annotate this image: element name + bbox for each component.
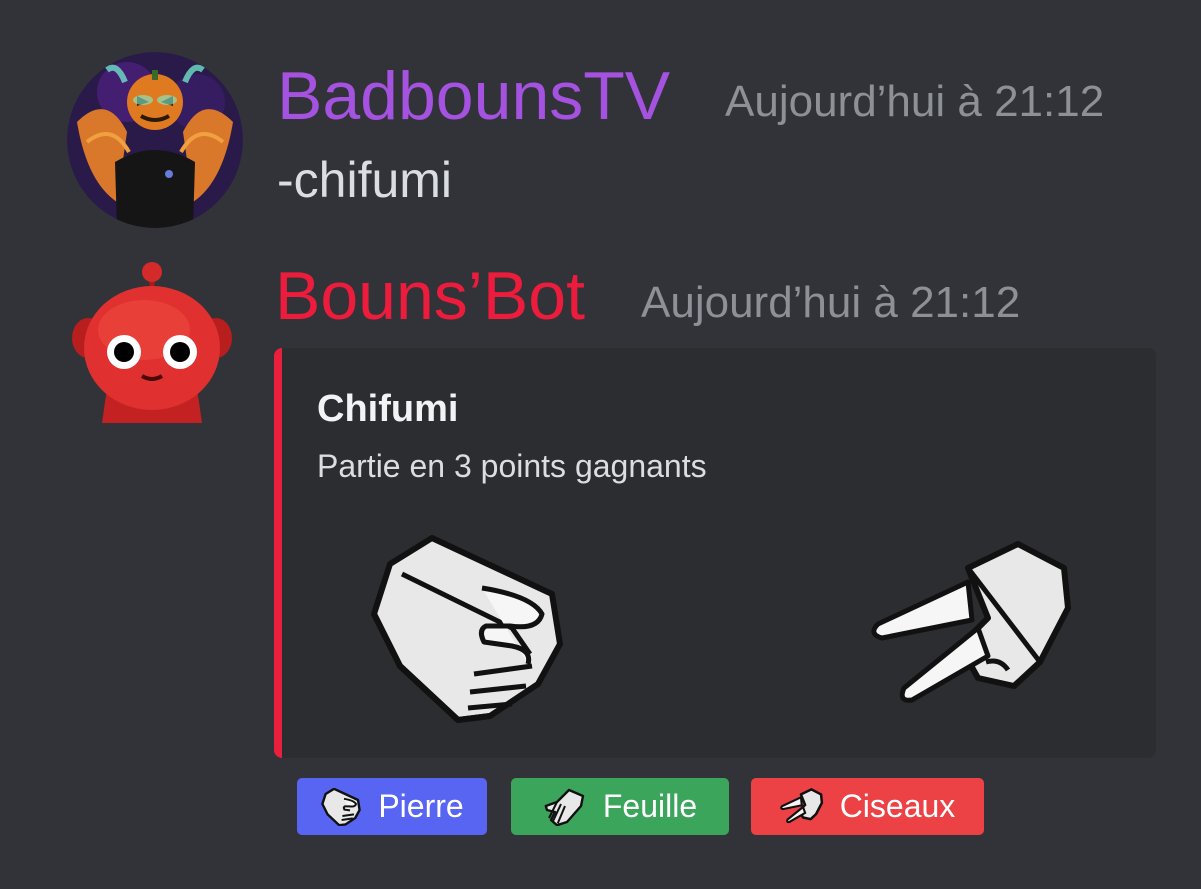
- timestamp: Aujourd’hui à 21:12: [725, 77, 1105, 126]
- embed-accent-bar: [274, 348, 282, 758]
- username[interactable]: Bouns’Bot: [275, 262, 585, 330]
- bot-avatar[interactable]: [62, 258, 242, 428]
- ciseaux-button[interactable]: Ciseaux: [751, 778, 984, 835]
- username[interactable]: BadbounsTV: [277, 62, 670, 130]
- pierre-button[interactable]: Pierre: [297, 778, 487, 835]
- paper-hand-icon: [543, 788, 587, 826]
- scissors-hand-icon: [779, 787, 824, 826]
- user-avatar[interactable]: [67, 52, 243, 228]
- rock-hand-icon: [320, 787, 362, 826]
- embed-description: Partie en 3 points gagnants: [317, 448, 707, 484]
- feuille-label: Feuille: [602, 788, 698, 824]
- timestamp: Aujourd’hui à 21:12: [641, 278, 1021, 327]
- rock-hand-icon: [362, 534, 572, 729]
- ciseaux-label: Ciseaux: [839, 788, 956, 824]
- scissors-hand-icon: [868, 538, 1078, 723]
- embed-title: Chifumi: [317, 388, 459, 430]
- pierre-label: Pierre: [378, 788, 464, 824]
- chifumi-embed: Chifumi Partie en 3 points gagnants: [274, 348, 1156, 758]
- feuille-button[interactable]: Feuille: [511, 778, 729, 835]
- message-content: -chifumi: [277, 152, 453, 208]
